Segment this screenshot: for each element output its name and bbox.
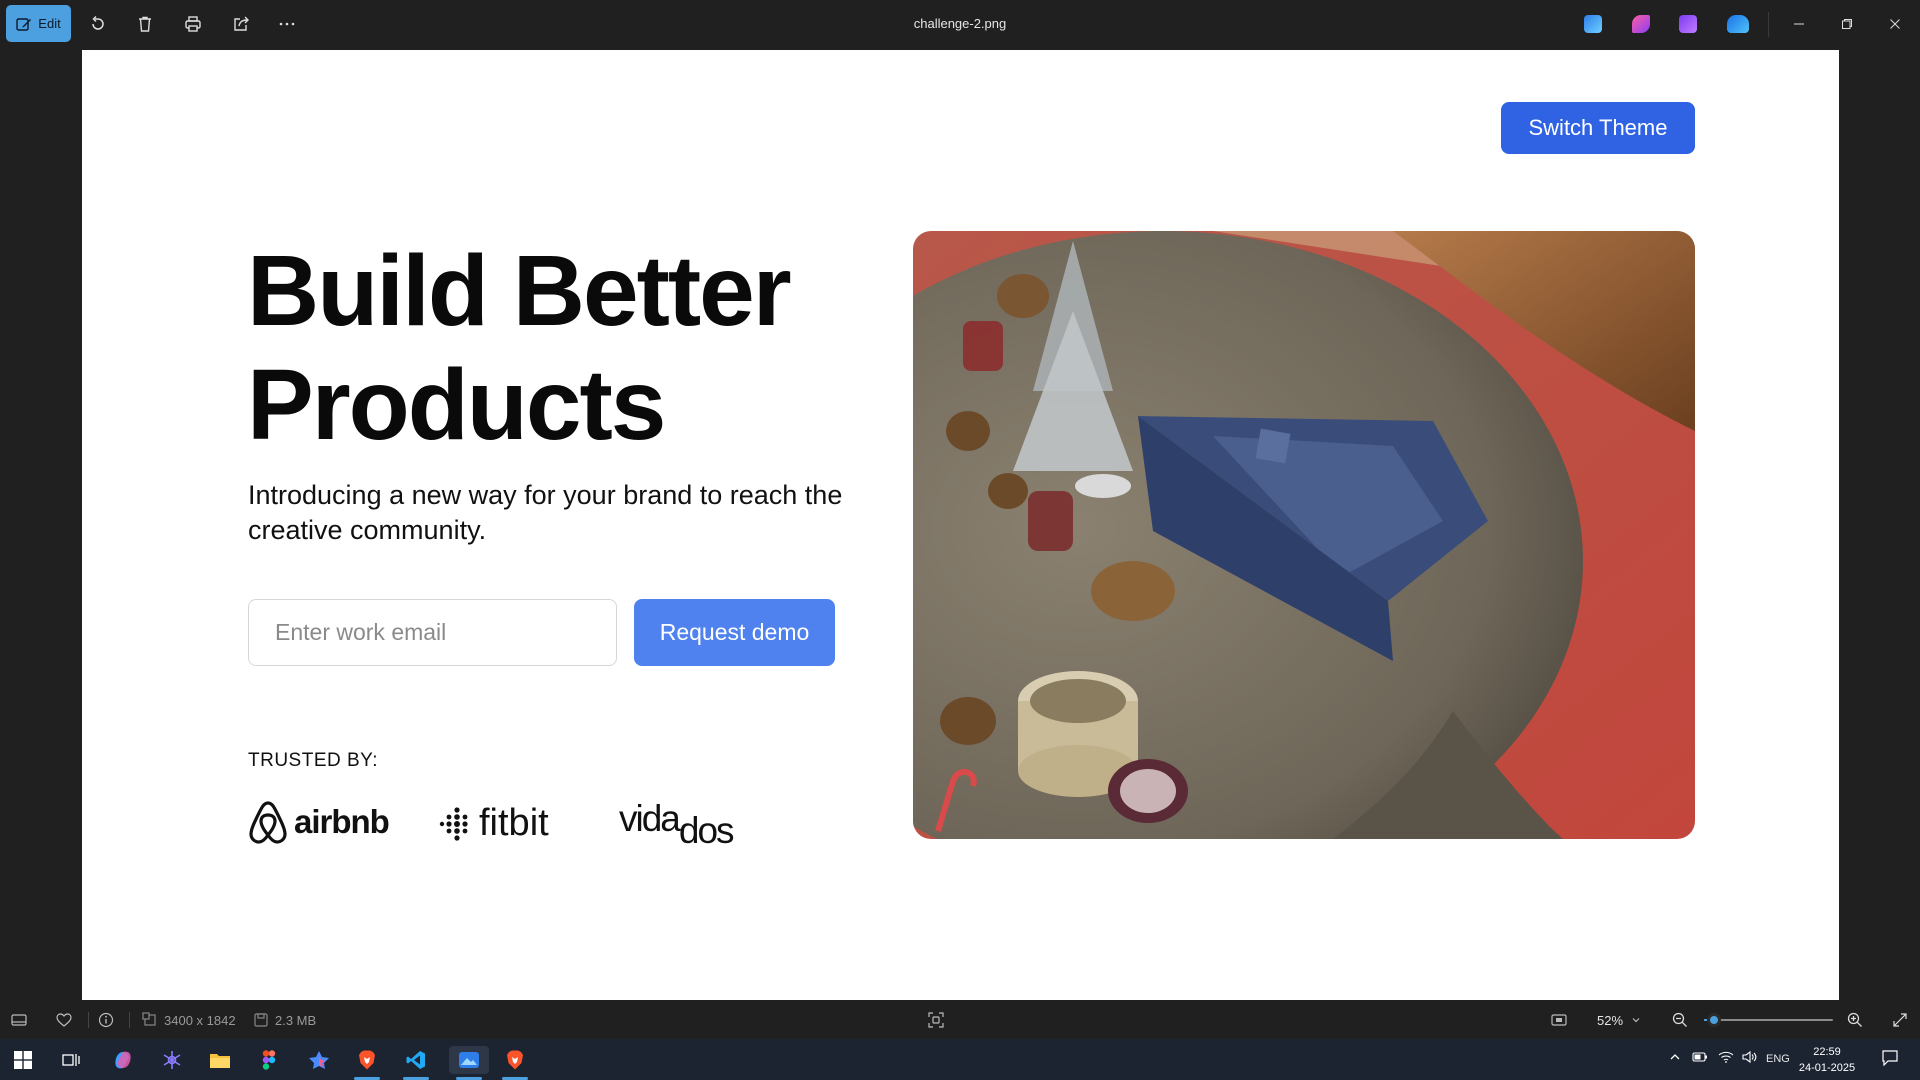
delete-icon[interactable] [134,13,156,35]
windows-taskbar: ENG 22:59 24-01-2025 [0,1039,1920,1080]
rotate-icon[interactable] [87,13,109,35]
file-size-text: 2.3 MB [275,1012,317,1028]
zoom-level-dropdown[interactable]: 52% [1585,1006,1653,1034]
zoom-slider-thumb[interactable] [1707,1013,1722,1027]
fit-to-window-icon[interactable] [928,1011,944,1029]
airbnb-logo: airbnb [248,800,390,844]
brave-browser-icon[interactable] [352,1046,382,1080]
taskbar-clock[interactable]: 22:59 24-01-2025 [1792,1044,1862,1076]
edit-label: Edit [38,16,61,31]
minimize-icon[interactable] [1788,13,1810,35]
zoom-out-icon[interactable] [1672,1011,1688,1029]
file-explorer-icon[interactable] [205,1046,235,1074]
restore-icon[interactable] [1836,13,1858,35]
hero-subtitle: Introducing a new way for your brand to … [248,480,843,545]
share-icon[interactable] [230,13,252,35]
status-bar: 3400 x 1842 2.3 MB 52% [0,1000,1920,1039]
copilot-icon[interactable] [108,1046,138,1074]
fitbit-dots-icon [439,806,468,841]
headline-line-2: Products [247,349,666,461]
fitbit-logo: fitbit [437,802,549,845]
save-icon [254,1013,268,1027]
hero-headline: Build Better Products [247,234,847,462]
chevron-down-icon [1632,1018,1640,1023]
file-size: 2.3 MB [253,1011,316,1029]
info-icon[interactable] [98,1011,114,1029]
work-email-input[interactable] [248,599,617,666]
copilot-designer-icon[interactable] [304,1046,334,1074]
laptop-on-table-image [913,231,1695,839]
vidados-wordmark-main: vida [619,798,681,839]
titlebar-divider [1768,12,1769,37]
volume-icon[interactable] [1742,1051,1758,1063]
onedrive-icon[interactable] [1727,15,1749,33]
notification-center-icon[interactable] [1881,1050,1899,1066]
filmstrip-icon[interactable] [11,1011,27,1029]
show-hidden-icons-chevron-icon[interactable] [1669,1051,1681,1063]
request-demo-button[interactable]: Request demo [634,599,835,666]
vidados-wordmark-sub: dos [678,810,735,851]
wifi-icon[interactable] [1718,1051,1734,1063]
vidados-logo: vida dos [619,798,735,851]
edit-button[interactable]: Edit [6,5,71,42]
vscode-icon[interactable] [401,1046,431,1080]
headline-line-1: Build Better [247,235,792,347]
brave-browser-icon-2[interactable] [500,1046,530,1080]
zoom-level-text: 52% [1596,1012,1624,1028]
close-icon[interactable] [1884,13,1906,35]
zoom-slider[interactable] [1704,1013,1833,1027]
clock-date: 24-01-2025 [1798,1062,1856,1074]
fitbit-wordmark: fitbit [479,802,549,844]
edit-image-icon [16,17,32,31]
zoom-in-icon[interactable] [1847,1011,1863,1029]
battery-icon[interactable] [1692,1051,1708,1063]
dimensions-icon [142,1012,156,1026]
more-icon[interactable] [276,13,298,35]
hero-photo [913,231,1695,839]
statusbar-divider [129,1012,130,1028]
windows-start-icon[interactable] [8,1046,38,1074]
clipchamp-icon[interactable] [1632,15,1650,33]
switch-theme-button[interactable]: Switch Theme [1501,102,1695,154]
language-indicator[interactable]: ENG [1766,1053,1790,1065]
print-icon[interactable] [182,13,204,35]
task-view-icon[interactable] [56,1046,86,1074]
image-dimensions: 3400 x 1842 [142,1011,236,1029]
fullscreen-icon[interactable] [1892,1011,1908,1029]
perplexity-app-icon[interactable] [157,1046,187,1074]
image-canvas: Switch Theme Build Better Products Intro… [82,50,1839,1000]
dimensions-text: 3400 x 1842 [164,1012,236,1028]
airbnb-wordmark: airbnb [294,803,390,840]
statusbar-divider [88,1012,89,1028]
favorite-icon[interactable] [56,1011,72,1029]
clock-time: 22:59 [1813,1046,1841,1058]
title-bar: Edit challenge-2.png [0,0,1920,49]
photos-editor-icon[interactable] [1584,15,1602,33]
actual-size-icon[interactable] [1551,1011,1567,1029]
video-editor-icon[interactable] [1679,15,1697,33]
trusted-by-label: TRUSTED BY: [248,750,379,771]
airbnb-belo-icon [249,801,287,844]
figma-icon[interactable] [254,1046,284,1074]
photos-app-icon[interactable] [449,1046,489,1080]
